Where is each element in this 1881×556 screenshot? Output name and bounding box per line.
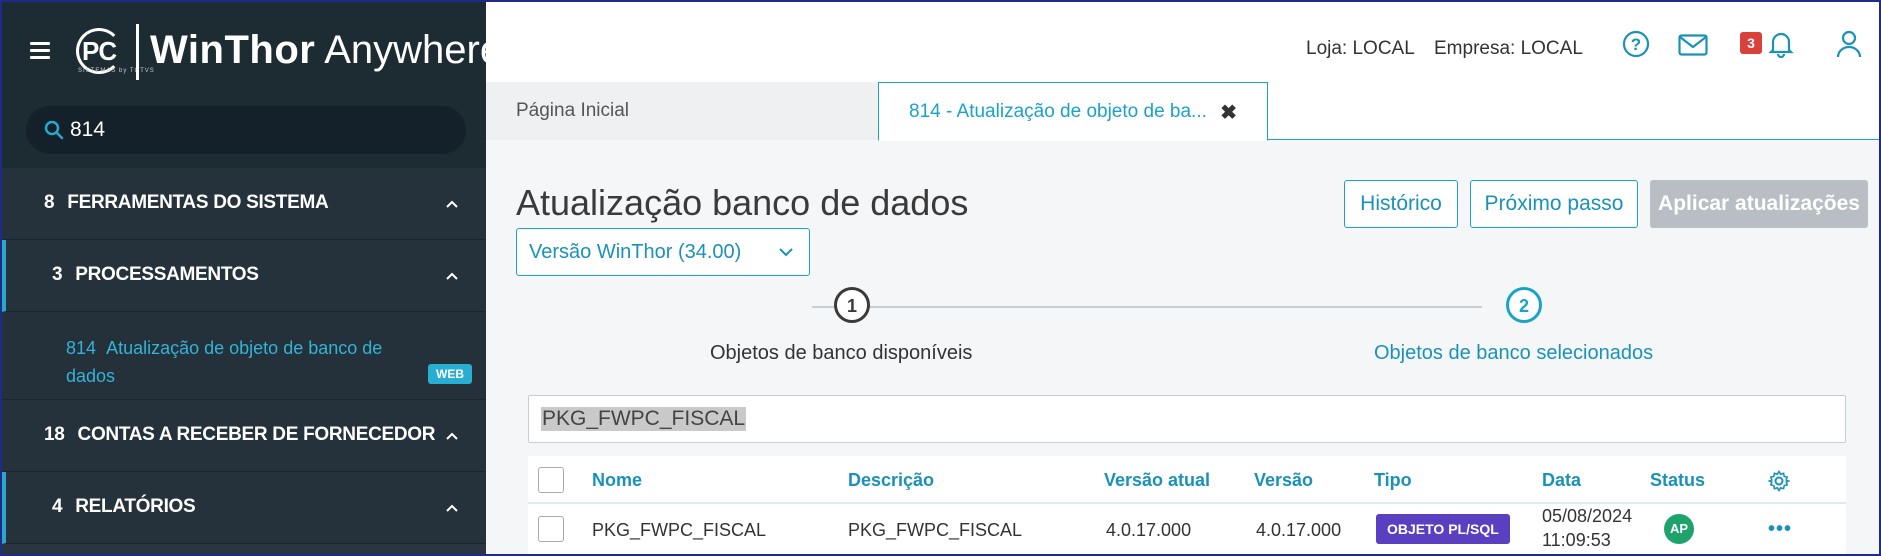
sidebar-item-relatorios[interactable]: 4 RELATÓRIOS xyxy=(2,472,486,544)
web-badge: WEB xyxy=(428,364,472,384)
sidebar-item-label: PROCESSAMENTOS xyxy=(75,264,259,285)
chevron-up-icon[interactable] xyxy=(446,430,458,442)
step-1-indicator[interactable]: 1 xyxy=(834,287,870,323)
svg-text:?: ? xyxy=(1631,35,1641,54)
col-status[interactable]: Status xyxy=(1650,470,1705,491)
aplicar-atualizacoes-button[interactable]: Aplicar atualizações xyxy=(1650,180,1868,228)
user-icon[interactable] xyxy=(1836,30,1862,58)
col-descricao[interactable]: Descrição xyxy=(848,470,934,491)
row-checkbox[interactable] xyxy=(538,516,564,542)
cell-versao: 4.0.17.000 xyxy=(1256,520,1342,540)
col-versao[interactable]: Versão xyxy=(1254,470,1313,491)
logo-divider xyxy=(136,24,139,80)
sidebar: PC SISTEMAS by TOTVS WinThor Anywhere 81… xyxy=(2,2,502,554)
app-window: PC SISTEMAS by TOTVS WinThor Anywhere 81… xyxy=(0,0,1881,556)
col-nome[interactable]: Nome xyxy=(592,470,642,491)
hamburger-menu-icon[interactable] xyxy=(30,42,50,59)
search-icon xyxy=(44,120,64,140)
mail-icon[interactable] xyxy=(1678,34,1708,56)
sidebar-item-processamentos[interactable]: 3 PROCESSAMENTOS xyxy=(2,240,486,312)
sidebar-item-ferramentas[interactable]: 8 FERRAMENTAS DO SISTEMA xyxy=(2,168,486,240)
objects-table: Nome Descrição Versão atual Versão Tipo … xyxy=(528,456,1846,554)
tab-pagina-inicial[interactable]: Página Inicial xyxy=(486,82,878,140)
cell-nome: PKG_FWPC_FISCAL xyxy=(592,520,767,540)
help-icon[interactable]: ? xyxy=(1622,30,1650,58)
cell-descricao: PKG_FWPC_FISCAL xyxy=(848,520,1023,540)
close-tab-icon[interactable]: ✖ xyxy=(1220,100,1237,125)
sidebar-header: PC SISTEMAS by TOTVS WinThor Anywhere 81… xyxy=(2,2,502,168)
select-all-checkbox[interactable] xyxy=(538,467,564,493)
step-1-label: Objetos de banco disponíveis xyxy=(710,342,973,364)
search-input[interactable]: 814 xyxy=(70,118,105,142)
tab-bar: Página Inicial 814 - Atualização de obje… xyxy=(486,82,1879,141)
top-bar: Loja: LOCAL Empresa: LOCAL ? 3 xyxy=(486,2,1879,82)
more-actions-icon[interactable]: ••• xyxy=(1768,518,1792,541)
col-data[interactable]: Data xyxy=(1542,470,1581,491)
cell-versao-atual: 4.0.17.000 xyxy=(1106,520,1192,540)
sidebar-item-contas-receber[interactable]: 18 CONTAS A RECEBER DE FORNECEDOR xyxy=(2,400,486,472)
chevron-down-icon xyxy=(779,248,793,257)
tipo-badge: OBJETO PL/SQL xyxy=(1376,514,1510,544)
table-header: Nome Descrição Versão atual Versão Tipo … xyxy=(528,456,1846,504)
version-select[interactable]: Versão WinThor (34.00) xyxy=(516,228,810,276)
historico-button[interactable]: Histórico xyxy=(1344,180,1458,228)
loja-label: Loja: LOCAL xyxy=(1306,38,1415,59)
cell-data-time: 11:09:53 xyxy=(1542,530,1611,550)
gear-icon[interactable] xyxy=(1768,470,1790,492)
filter-input[interactable]: PKG_FWPC_FISCAL xyxy=(528,395,1846,443)
mail-count-badge: 3 xyxy=(1740,32,1762,54)
main-content: Loja: LOCAL Empresa: LOCAL ? 3 Página In… xyxy=(486,2,1879,554)
sidebar-subitem-814[interactable]: 814 Atualização de objeto de banco de da… xyxy=(2,312,486,400)
status-avatar: AP xyxy=(1664,514,1694,544)
menu-search[interactable]: 814 xyxy=(26,106,466,154)
sidebar-item-label: FERRAMENTAS DO SISTEMA xyxy=(67,192,329,213)
subitem-label: Atualização de objeto de banco de dados xyxy=(66,338,383,386)
sidebar-item-label: RELATÓRIOS xyxy=(75,496,196,517)
tab-814-atualizacao[interactable]: 814 - Atualização de objeto de ba... ✖ xyxy=(878,82,1268,141)
proximo-passo-button[interactable]: Próximo passo xyxy=(1470,180,1638,228)
page-title: Atualização banco de dados xyxy=(516,182,969,223)
stepper-line xyxy=(812,306,1482,308)
chevron-up-icon[interactable] xyxy=(446,502,458,514)
brand-title: WinThor Anywhere xyxy=(150,28,503,72)
col-versao-atual[interactable]: Versão atual xyxy=(1104,470,1210,491)
chevron-up-icon[interactable] xyxy=(446,198,458,210)
bell-icon[interactable] xyxy=(1768,30,1794,58)
chevron-up-icon[interactable] xyxy=(446,270,458,282)
logo-subtext: SISTEMAS by TOTVS xyxy=(78,68,155,74)
col-tipo[interactable]: Tipo xyxy=(1374,470,1412,491)
step-2-label: Objetos de banco selecionados xyxy=(1374,342,1654,364)
filter-value: PKG_FWPC_FISCAL xyxy=(541,407,747,431)
step-2-indicator[interactable]: 2 xyxy=(1506,287,1542,323)
cell-data-date: 05/08/2024 xyxy=(1542,506,1633,526)
empresa-label: Empresa: LOCAL xyxy=(1434,38,1583,59)
sidebar-item-label: CONTAS A RECEBER DE FORNECEDOR xyxy=(77,424,436,445)
